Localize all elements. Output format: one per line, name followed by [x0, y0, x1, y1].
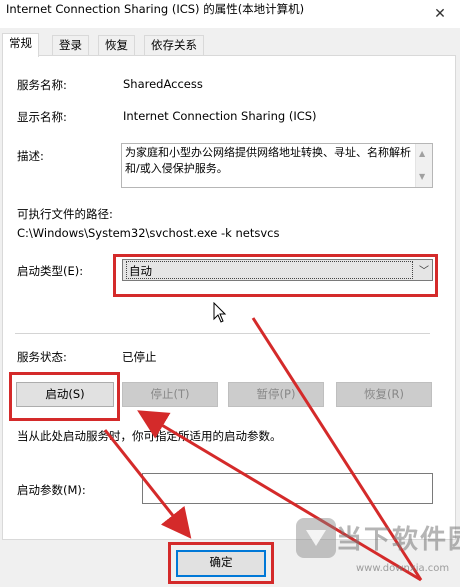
service-name-value: SharedAccess	[123, 77, 203, 91]
title-bar: Internet Connection Sharing (ICS) 的属性(本地…	[0, 0, 460, 28]
start-button-highlight	[9, 372, 120, 421]
watermark-url: www.downxia.com	[356, 563, 450, 574]
service-status-value: 已停止	[122, 350, 157, 364]
start-hint-text: 当从此处启动服务时，你可指定所适用的启动参数。	[17, 429, 282, 443]
start-params-label: 启动参数(M):	[17, 483, 86, 497]
service-status-label: 服务状态:	[17, 350, 67, 364]
resume-button[interactable]: 恢复(R)	[336, 382, 432, 407]
general-panel	[2, 55, 456, 540]
watermark-text: 当下软件园	[336, 525, 460, 555]
window-title: Internet Connection Sharing (ICS) 的属性(本地…	[6, 2, 305, 16]
display-name-label: 显示名称:	[17, 110, 67, 124]
scroll-down-icon[interactable]: ▼	[419, 169, 425, 185]
description-box[interactable]: 为家庭和小型办公网络提供网络地址转换、寻址、名称解析和/或入侵保护服务。 ▲ ▼	[121, 143, 433, 188]
tab-recovery[interactable]: 恢复	[98, 35, 135, 56]
close-icon[interactable]: ✕	[420, 0, 460, 28]
description-text: 为家庭和小型办公网络提供网络地址转换、寻址、名称解析和/或入侵保护服务。	[125, 146, 411, 175]
pause-button[interactable]: 暂停(P)	[228, 382, 324, 407]
exe-path-value: C:\Windows\System32\svchost.exe -k netsv…	[17, 226, 280, 240]
description-label: 描述:	[17, 149, 44, 163]
startup-type-label: 启动类型(E):	[17, 264, 84, 278]
tab-strip: 常规 登录 恢复 依存关系	[0, 33, 460, 57]
scroll-up-icon[interactable]: ▲	[419, 146, 425, 162]
tab-dependencies[interactable]: 依存关系	[144, 35, 204, 56]
tab-general[interactable]: 常规	[2, 33, 39, 57]
mouse-cursor-icon	[213, 302, 227, 323]
display-name-value: Internet Connection Sharing (ICS)	[123, 109, 317, 123]
stop-button[interactable]: 停止(T)	[122, 382, 218, 407]
exe-path-label: 可执行文件的路径:	[17, 207, 113, 221]
description-scrollbar[interactable]: ▲ ▼	[415, 144, 432, 187]
ok-button-highlight	[168, 542, 274, 584]
start-params-input[interactable]	[142, 473, 433, 504]
tab-logon[interactable]: 登录	[52, 35, 89, 56]
divider	[15, 333, 430, 334]
startup-type-highlight	[113, 254, 438, 297]
service-name-label: 服务名称:	[17, 78, 67, 92]
